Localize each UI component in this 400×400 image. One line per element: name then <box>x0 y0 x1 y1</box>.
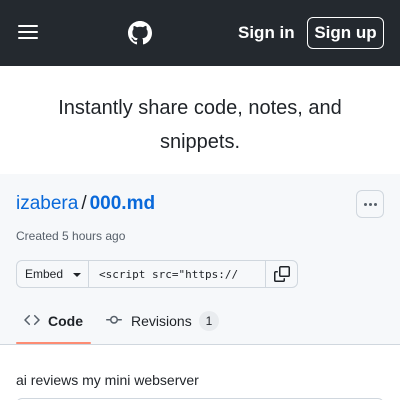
embed-dropdown-button[interactable]: Embed <box>17 261 89 287</box>
caret-down-icon <box>73 273 81 277</box>
git-commit-icon <box>106 315 122 324</box>
more-options-kebab-icon[interactable] <box>356 190 384 218</box>
embed-code-input[interactable] <box>89 261 265 287</box>
hero-tagline: Instantly share code, notes, and snippet… <box>58 97 342 153</box>
tab-revisions-label: Revisions <box>131 313 192 329</box>
tab-revisions[interactable]: Revisions 1 <box>106 302 236 343</box>
sign-up-button[interactable]: Sign up <box>307 17 384 49</box>
gist-title: izabera/000.md <box>16 191 155 217</box>
title-separator: / <box>81 193 87 214</box>
site-header: Sign in Sign up <box>0 0 400 66</box>
tab-code-label: Code <box>48 313 83 329</box>
gist-header-panel: izabera/000.md Created 5 hours ago Embed… <box>0 174 400 345</box>
gist-description: ai reviews my mini webserver <box>16 372 199 388</box>
revisions-count-badge: 1 <box>199 311 219 331</box>
hamburger-menu-icon[interactable] <box>18 23 38 41</box>
embed-group: Embed <box>16 260 298 288</box>
github-logo-icon[interactable] <box>128 21 152 45</box>
tab-code[interactable]: Code <box>16 302 91 344</box>
copy-icon <box>274 266 290 282</box>
code-icon <box>24 314 40 326</box>
copy-to-clipboard-button[interactable] <box>265 261 297 287</box>
hero-banner: Instantly share code, notes, and snippet… <box>0 66 400 174</box>
sign-in-link[interactable]: Sign in <box>230 18 303 48</box>
gist-owner-link[interactable]: izabera <box>16 193 78 214</box>
embed-dropdown-label: Embed <box>25 267 64 281</box>
selected-tab-underline <box>16 342 91 344</box>
created-timestamp: Created 5 hours ago <box>16 229 126 243</box>
gist-filename-link[interactable]: 000.md <box>90 193 155 214</box>
